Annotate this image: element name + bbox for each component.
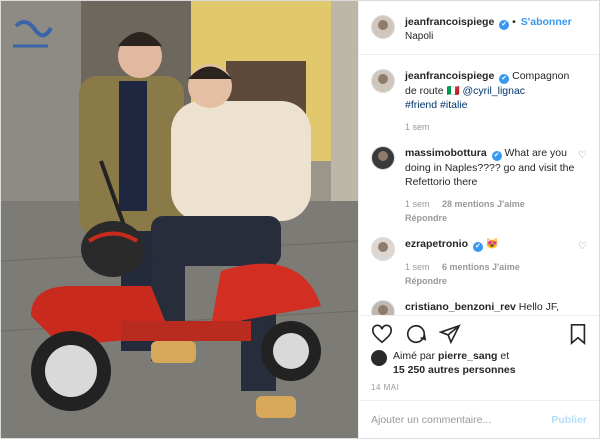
post-header: jeanfrancoispiege ✔ • S'abonner Napoli — [359, 1, 599, 55]
share-icon[interactable] — [438, 323, 461, 345]
comment-username[interactable]: massimobottura — [405, 147, 487, 159]
caption-avatar[interactable] — [371, 69, 395, 93]
comment-item: massimobottura ✔ What are you doing in N… — [371, 146, 589, 225]
comment-time: 1 sem — [405, 199, 430, 209]
author-username[interactable]: jeanfrancoispiege — [405, 16, 494, 28]
verified-badge-icon: ✔ — [499, 20, 510, 30]
comment-input[interactable]: Ajouter un commentaire... — [371, 414, 491, 426]
photo-illustration — [1, 1, 358, 438]
reply-button[interactable]: Répondre — [405, 276, 447, 286]
post-date: 14 MAI — [371, 383, 400, 392]
comments-list[interactable]: jeanfrancoispiege ✔ Compagnon de route 🇮… — [359, 55, 599, 315]
verified-badge-icon: ✔ — [491, 151, 502, 161]
comment-likes[interactable]: 6 mentions J'aime — [442, 262, 520, 272]
like-comment-heart-icon[interactable]: ♡ — [578, 150, 587, 161]
comment-time: 1 sem — [405, 262, 430, 272]
post-location[interactable]: Napoli — [405, 30, 572, 44]
bookmark-icon[interactable] — [567, 323, 589, 345]
like-comment-heart-icon[interactable]: ♡ — [578, 241, 587, 252]
caption-time: 1 sem — [405, 122, 430, 132]
caption-username[interactable]: jeanfrancoispiege — [405, 70, 494, 82]
post-modal: jeanfrancoispiege ✔ • S'abonner Napoli j… — [0, 0, 600, 439]
add-comment-bar: Ajouter un commentaire... Publier — [359, 400, 599, 438]
likes-others[interactable]: 15 250 autres personnes — [393, 364, 516, 376]
comment-icon[interactable] — [405, 323, 427, 345]
likes-prefix: Aimé par — [393, 350, 436, 362]
comment-item: ezrapetronio ✔ 😻 1 sem 6 mentions J'aime… — [371, 237, 589, 288]
caption: jeanfrancoispiege ✔ Compagnon de route 🇮… — [371, 69, 589, 134]
header-separator: • — [512, 16, 516, 28]
comment-username[interactable]: ezrapetronio — [405, 238, 468, 250]
liker-avatar[interactable] — [371, 350, 387, 366]
verified-badge-icon: ✔ — [499, 74, 510, 84]
post-photo[interactable] — [1, 1, 358, 438]
liker-username[interactable]: pierre_sang — [438, 350, 498, 362]
heart-icon[interactable] — [371, 323, 393, 345]
comment-username[interactable]: cristiano_benzoni_rev — [405, 301, 516, 313]
post-actions — [359, 315, 599, 345]
comment-item: cristiano_benzoni_rev Hello JF, parfaite… — [371, 300, 589, 315]
comment-avatar[interactable] — [371, 146, 395, 170]
reply-button[interactable]: Répondre — [405, 213, 447, 223]
comment-avatar[interactable] — [371, 237, 395, 261]
verified-badge-icon: ✔ — [472, 242, 483, 252]
comment-text: 😻 — [485, 238, 499, 250]
caption-hashtags[interactable]: #friend #italie — [405, 98, 575, 112]
likes-conj: et — [500, 350, 510, 362]
post-side-panel: jeanfrancoispiege ✔ • S'abonner Napoli j… — [358, 1, 599, 438]
likes-summary: Aimé par pierre_sang et 15 250 autres pe… — [359, 345, 599, 377]
follow-button[interactable]: S'abonner — [521, 16, 572, 28]
caption-mention[interactable]: @cyril_lignac — [462, 85, 525, 97]
author-avatar[interactable] — [371, 15, 395, 39]
comment-avatar[interactable] — [371, 300, 395, 315]
publish-button[interactable]: Publier — [551, 414, 587, 426]
comment-likes[interactable]: 28 mentions J'aime — [442, 199, 525, 209]
